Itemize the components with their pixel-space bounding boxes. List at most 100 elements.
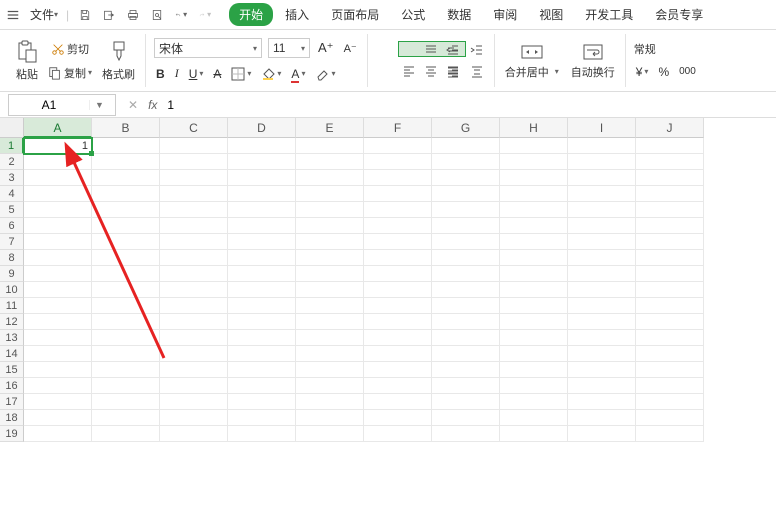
- cell[interactable]: [636, 298, 704, 314]
- cell[interactable]: [500, 218, 568, 234]
- cell[interactable]: [24, 362, 92, 378]
- cell[interactable]: [296, 202, 364, 218]
- cell[interactable]: [636, 250, 704, 266]
- bold-button[interactable]: B: [154, 65, 167, 83]
- cell[interactable]: [364, 362, 432, 378]
- row-header[interactable]: 11: [0, 298, 24, 314]
- cell[interactable]: [228, 346, 296, 362]
- cell[interactable]: [92, 298, 160, 314]
- tab-insert[interactable]: 插入: [275, 3, 319, 26]
- cell[interactable]: [636, 394, 704, 410]
- cell[interactable]: [296, 138, 364, 154]
- underline-button[interactable]: U▾: [187, 65, 206, 83]
- cell[interactable]: [296, 186, 364, 202]
- cell[interactable]: [432, 314, 500, 330]
- clear-format-button[interactable]: ▾: [313, 65, 337, 83]
- fx-icon[interactable]: fx: [148, 98, 157, 112]
- cell[interactable]: [228, 186, 296, 202]
- cell[interactable]: [500, 394, 568, 410]
- cell[interactable]: [500, 330, 568, 346]
- row-header[interactable]: 2: [0, 154, 24, 170]
- column-header[interactable]: F: [364, 118, 432, 138]
- cell[interactable]: [364, 234, 432, 250]
- cell[interactable]: [636, 234, 704, 250]
- column-header[interactable]: D: [228, 118, 296, 138]
- cell[interactable]: [296, 218, 364, 234]
- hamburger-menu[interactable]: [6, 8, 20, 22]
- cell[interactable]: [160, 346, 228, 362]
- cell[interactable]: [160, 330, 228, 346]
- font-name-select[interactable]: 宋体▾: [154, 38, 262, 58]
- cell[interactable]: [364, 298, 432, 314]
- cell[interactable]: [92, 394, 160, 410]
- row-header[interactable]: 1: [0, 138, 24, 154]
- row-header[interactable]: 15: [0, 362, 24, 378]
- italic-button[interactable]: I: [173, 64, 181, 83]
- cell[interactable]: [24, 298, 92, 314]
- cell[interactable]: [432, 266, 500, 282]
- cell[interactable]: [228, 154, 296, 170]
- row-header[interactable]: 6: [0, 218, 24, 234]
- print-button[interactable]: [125, 7, 141, 23]
- cell[interactable]: [24, 266, 92, 282]
- cell[interactable]: [92, 202, 160, 218]
- cell[interactable]: [92, 266, 160, 282]
- row-header[interactable]: 19: [0, 426, 24, 442]
- name-box[interactable]: ▼: [8, 94, 116, 116]
- cell[interactable]: [160, 362, 228, 378]
- cell[interactable]: [500, 426, 568, 442]
- cell[interactable]: [24, 186, 92, 202]
- cell[interactable]: [228, 170, 296, 186]
- tab-page-layout[interactable]: 页面布局: [321, 3, 389, 26]
- cell[interactable]: [364, 346, 432, 362]
- cell[interactable]: [636, 378, 704, 394]
- cell[interactable]: [636, 154, 704, 170]
- cell[interactable]: [228, 218, 296, 234]
- cell[interactable]: [432, 394, 500, 410]
- cell[interactable]: [568, 378, 636, 394]
- export-button[interactable]: [101, 7, 117, 23]
- cell[interactable]: [500, 202, 568, 218]
- cell[interactable]: [24, 378, 92, 394]
- cell[interactable]: [500, 170, 568, 186]
- cell[interactable]: [636, 138, 704, 154]
- cell[interactable]: [364, 250, 432, 266]
- cell[interactable]: [24, 346, 92, 362]
- cell[interactable]: [92, 218, 160, 234]
- cell[interactable]: [636, 170, 704, 186]
- cell[interactable]: [92, 426, 160, 442]
- cell[interactable]: [432, 426, 500, 442]
- cell[interactable]: [432, 330, 500, 346]
- cell[interactable]: [24, 154, 92, 170]
- tab-formulas[interactable]: 公式: [391, 3, 435, 26]
- cell[interactable]: [296, 282, 364, 298]
- currency-button[interactable]: ¥▾: [634, 63, 651, 81]
- cell[interactable]: [636, 410, 704, 426]
- cell[interactable]: [432, 186, 500, 202]
- cell[interactable]: [24, 218, 92, 234]
- cell[interactable]: [92, 170, 160, 186]
- cell[interactable]: [160, 314, 228, 330]
- cell[interactable]: [568, 154, 636, 170]
- row-header[interactable]: 12: [0, 314, 24, 330]
- cell[interactable]: [432, 362, 500, 378]
- cell[interactable]: [92, 282, 160, 298]
- row-header[interactable]: 4: [0, 186, 24, 202]
- cell[interactable]: [296, 410, 364, 426]
- cell[interactable]: [364, 154, 432, 170]
- row-header[interactable]: 3: [0, 170, 24, 186]
- merge-center-button[interactable]: 合并居中▾: [503, 40, 561, 82]
- cell[interactable]: [24, 250, 92, 266]
- row-header[interactable]: 5: [0, 202, 24, 218]
- cell[interactable]: [432, 170, 500, 186]
- cell[interactable]: [432, 282, 500, 298]
- format-painter-button[interactable]: 格式刷: [100, 38, 137, 84]
- cell[interactable]: [296, 394, 364, 410]
- increase-indent-button[interactable]: [468, 41, 486, 59]
- justify-button[interactable]: [444, 63, 462, 81]
- cell[interactable]: [160, 266, 228, 282]
- cell[interactable]: [296, 266, 364, 282]
- cell[interactable]: [432, 346, 500, 362]
- increase-font-button[interactable]: A⁺: [316, 38, 336, 58]
- cell[interactable]: [432, 138, 500, 154]
